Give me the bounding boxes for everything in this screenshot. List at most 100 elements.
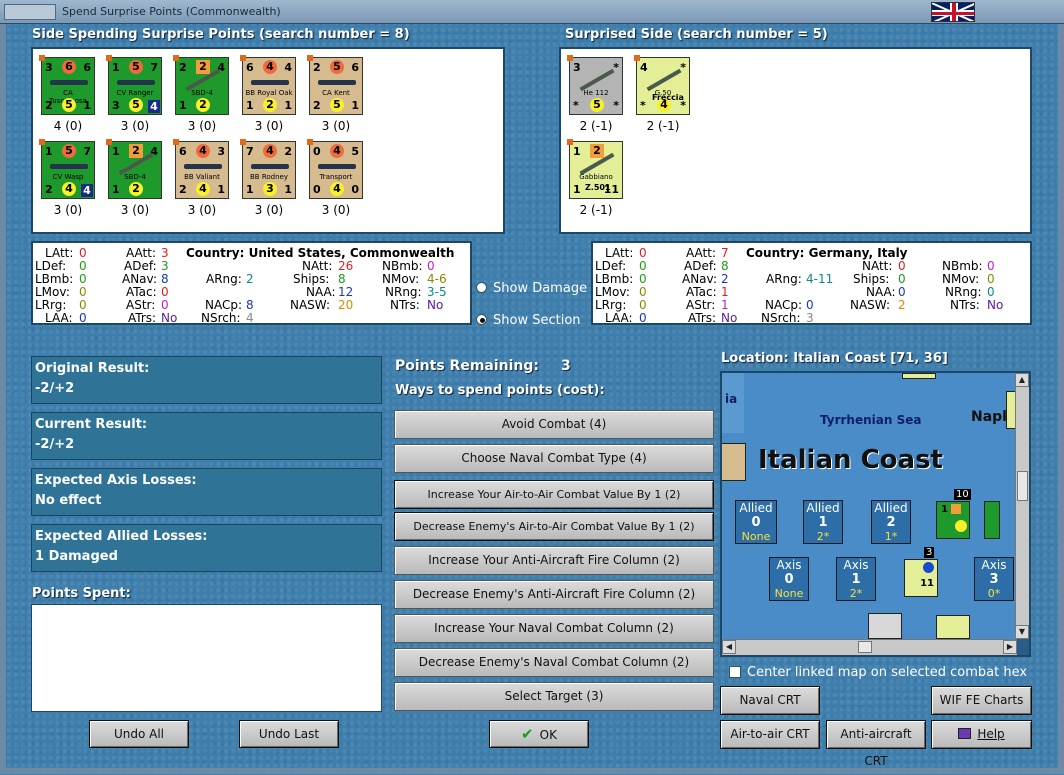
- unit-bottom-center: 2: [196, 98, 210, 112]
- show-section-radio[interactable]: Show Section: [476, 313, 581, 328]
- stat-label-anav: ANav:: [122, 272, 158, 286]
- stat-value-nrng: 3-5: [427, 285, 447, 299]
- stat-value-atrs: No: [161, 311, 178, 325]
- stack-count-2: 3: [924, 547, 935, 558]
- left-unit-counter[interactable]: 366CA Tuscaloosa251: [39, 55, 95, 115]
- mini-map[interactable]: ia Napl Tyrrhenian Sea Italian Coast All…: [720, 371, 1031, 657]
- stat-value-lbmb: 0: [79, 272, 87, 286]
- map-vertical-scrollbar[interactable]: ▲ ▼: [1015, 373, 1029, 639]
- allied-box-number: 1: [818, 515, 828, 530]
- spend-option-button[interactable]: Increase Your Anti-Aircraft Fire Column …: [394, 546, 714, 575]
- undo-last-button[interactable]: Undo Last: [239, 720, 339, 748]
- axis-box-0: Axis 0 None: [769, 557, 809, 601]
- right-unit-counter[interactable]: 4 * G.50 * 4 *: [634, 55, 690, 115]
- unit-top-left: 3: [573, 61, 581, 74]
- unit-bottom-center: 4: [330, 182, 344, 196]
- window-frame-left: [0, 24, 6, 774]
- spend-option-button[interactable]: Decrease Enemy's Anti-Aircraft Fire Colu…: [394, 580, 714, 609]
- spend-option-button[interactable]: Decrease Enemy's Naval Combat Column (2): [394, 648, 714, 677]
- spend-option-button[interactable]: Increase Your Air-to-Air Combat Value By…: [394, 480, 714, 509]
- center-linked-label: Center linked map on selected combat hex: [747, 665, 1028, 680]
- unit-bottom-right: 1: [351, 99, 359, 112]
- unit-name: Transport: [319, 173, 353, 181]
- stat-label-atrs: ATrs:: [128, 311, 157, 325]
- stat-label-latt: LAtt:: [45, 246, 74, 260]
- left-unit-counter[interactable]: 0 4 5 Transport 0 4 0: [307, 139, 363, 199]
- right-unit-counter[interactable]: 3 * He 112 * 5 *: [567, 55, 623, 115]
- wif-fe-charts-button[interactable]: WIF FE Charts: [931, 686, 1032, 715]
- axis-losses-value: No effect: [35, 493, 102, 508]
- left-unit-counter[interactable]: 1 2 4 SBD-4 1 2: [106, 139, 162, 199]
- stat-label-naa: NAA:: [306, 285, 336, 299]
- spend-option-button[interactable]: Avoid Combat (4): [394, 410, 714, 439]
- left-unit-counter[interactable]: 1 5 7 CV Wasp 2 4 4: [39, 139, 95, 199]
- stat-value-nsrch: 4: [246, 311, 254, 325]
- left-unit-counter[interactable]: 2 5 6 CA Kent 2 5 1: [307, 55, 363, 115]
- stat-label-lbmb: LBmb:: [595, 272, 634, 286]
- axis-box-number: 0: [784, 572, 794, 587]
- left-unit-counter[interactable]: 1 5 7 CV Ranger 3 5 4: [106, 55, 162, 115]
- ok-button[interactable]: ✔ OK: [489, 720, 589, 748]
- stats-country: Country: United States, Commonwealth: [186, 246, 455, 260]
- map-vscroll-thumb[interactable]: [1017, 471, 1028, 501]
- map-hscroll-thumb[interactable]: [858, 641, 872, 653]
- unit-bottom-right: 1: [284, 99, 292, 112]
- map-scroll-down-icon[interactable]: ▼: [1015, 625, 1029, 639]
- map-counter-top[interactable]: [902, 373, 936, 379]
- unit-bottom-left: 0: [313, 183, 321, 196]
- map-scroll-up-icon[interactable]: ▲: [1015, 373, 1029, 387]
- spend-option-button[interactable]: Choose Naval Combat Type (4): [394, 444, 714, 473]
- air-to-air-crt-button[interactable]: Air-to-air CRT: [720, 720, 820, 749]
- show-damage-label: Show Damage: [493, 281, 588, 296]
- points-spent-list[interactable]: [31, 604, 382, 712]
- spend-option-button[interactable]: Increase Your Naval Combat Column (2): [394, 614, 714, 643]
- axis-box-label: Axis: [843, 558, 869, 572]
- spend-option-button[interactable]: Select Target (3): [394, 682, 714, 711]
- stat-value-atrs: No: [721, 311, 738, 325]
- stat-label-naa: NAA:: [866, 285, 896, 299]
- stat-value-aatt: 7: [721, 246, 729, 260]
- stat-value-nbmb: 0: [427, 259, 435, 273]
- map-scroll-left-icon[interactable]: ◀: [722, 640, 736, 654]
- naval-crt-button[interactable]: Naval CRT: [720, 686, 820, 715]
- stat-value-adef: 8: [721, 259, 729, 273]
- stat-value-aatt: 3: [161, 246, 169, 260]
- points-spent-title: Points Spent:: [32, 586, 131, 601]
- left-unit-value: 3 (0): [321, 203, 351, 217]
- left-unit-counter[interactable]: 6 4 3 BB Valiant 2 4 1: [173, 139, 229, 199]
- map-counter-fort-2[interactable]: [936, 615, 970, 639]
- map-counter-sbd-2[interactable]: [984, 501, 1000, 539]
- left-unit-value: 4 (0): [53, 119, 83, 133]
- map-counter-sbd[interactable]: 1: [936, 501, 970, 539]
- spend-option-button[interactable]: Decrease Enemy's Air-to-Air Combat Value…: [394, 512, 714, 541]
- map-counter-fort-1[interactable]: [868, 613, 902, 639]
- center-linked-checkbox[interactable]: Center linked map on selected combat hex: [729, 665, 1027, 680]
- map-scroll-right-icon[interactable]: ▶: [1003, 640, 1017, 654]
- ways-to-spend-label: Ways to spend points (cost):: [395, 383, 605, 398]
- help-button[interactable]: Help: [931, 720, 1032, 749]
- stat-label-nbmb: NBmb:: [942, 259, 983, 273]
- stat-label-nsrch: NSrch:: [761, 311, 801, 325]
- left-unit-counter[interactable]: 2 2 4 SBD-4 1 2: [173, 55, 229, 115]
- left-unit-counter[interactable]: 6 4 4 BB Royal Oak 1 2 1: [240, 55, 296, 115]
- unit-top-left: 1: [573, 145, 581, 158]
- map-counter-left[interactable]: [722, 443, 746, 481]
- undo-all-button[interactable]: Undo All: [89, 720, 189, 748]
- show-damage-radio[interactable]: Show Damage: [476, 281, 587, 296]
- unit-top-center: 2: [196, 60, 210, 74]
- axis-losses-box: Expected Axis Losses: No effect: [31, 468, 382, 516]
- stat-label-adef: ADef:: [684, 259, 717, 273]
- unit-top-center: 5: [62, 144, 76, 158]
- stat-value-astr: 1: [721, 298, 729, 312]
- left-unit-counter[interactable]: 7 4 2 BB Rodney 1 3 1: [240, 139, 296, 199]
- map-horizontal-scrollbar[interactable]: ◀ ▶: [722, 639, 1017, 655]
- left-unit-value: 3 (0): [254, 203, 284, 217]
- unit-bottom-left: *: [640, 99, 646, 112]
- system-menu-button[interactable]: [4, 4, 56, 20]
- unit-name: CV Ranger: [116, 89, 154, 97]
- stat-value-adef: 3: [161, 259, 169, 273]
- anti-aircraft-crt-button[interactable]: Anti-aircraft CRT: [826, 720, 926, 768]
- unit-top-center: 4: [330, 144, 344, 158]
- map-counter-gabbiano[interactable]: 11: [904, 559, 938, 597]
- allied-box-1: Allied 1 2*: [803, 500, 843, 544]
